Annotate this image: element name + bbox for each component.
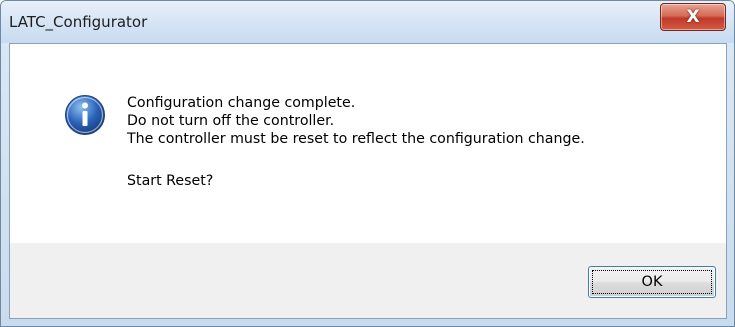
message-text: Configuration change complete. Do not tu… <box>127 94 585 190</box>
ok-button[interactable]: OK <box>588 266 716 298</box>
title-bar[interactable]: LATC_Configurator X <box>1 1 734 43</box>
close-button[interactable]: X <box>660 3 726 31</box>
reset-question: Start Reset? <box>127 173 214 189</box>
window-title: LATC_Configurator <box>9 13 148 31</box>
message-line: Configuration change complete. <box>127 95 356 111</box>
dialog-client-area: Configuration change complete. Do not tu… <box>9 43 727 319</box>
message-area: Configuration change complete. Do not tu… <box>10 44 726 243</box>
message-line: The controller must be reset to reflect … <box>127 131 585 147</box>
close-icon: X <box>686 7 700 27</box>
dialog-window: LATC_Configurator X Configuration change… <box>0 0 735 327</box>
ok-button-label: OK <box>641 274 663 290</box>
message-line: Do not turn off the controller. <box>127 113 335 129</box>
information-icon <box>65 95 105 135</box>
